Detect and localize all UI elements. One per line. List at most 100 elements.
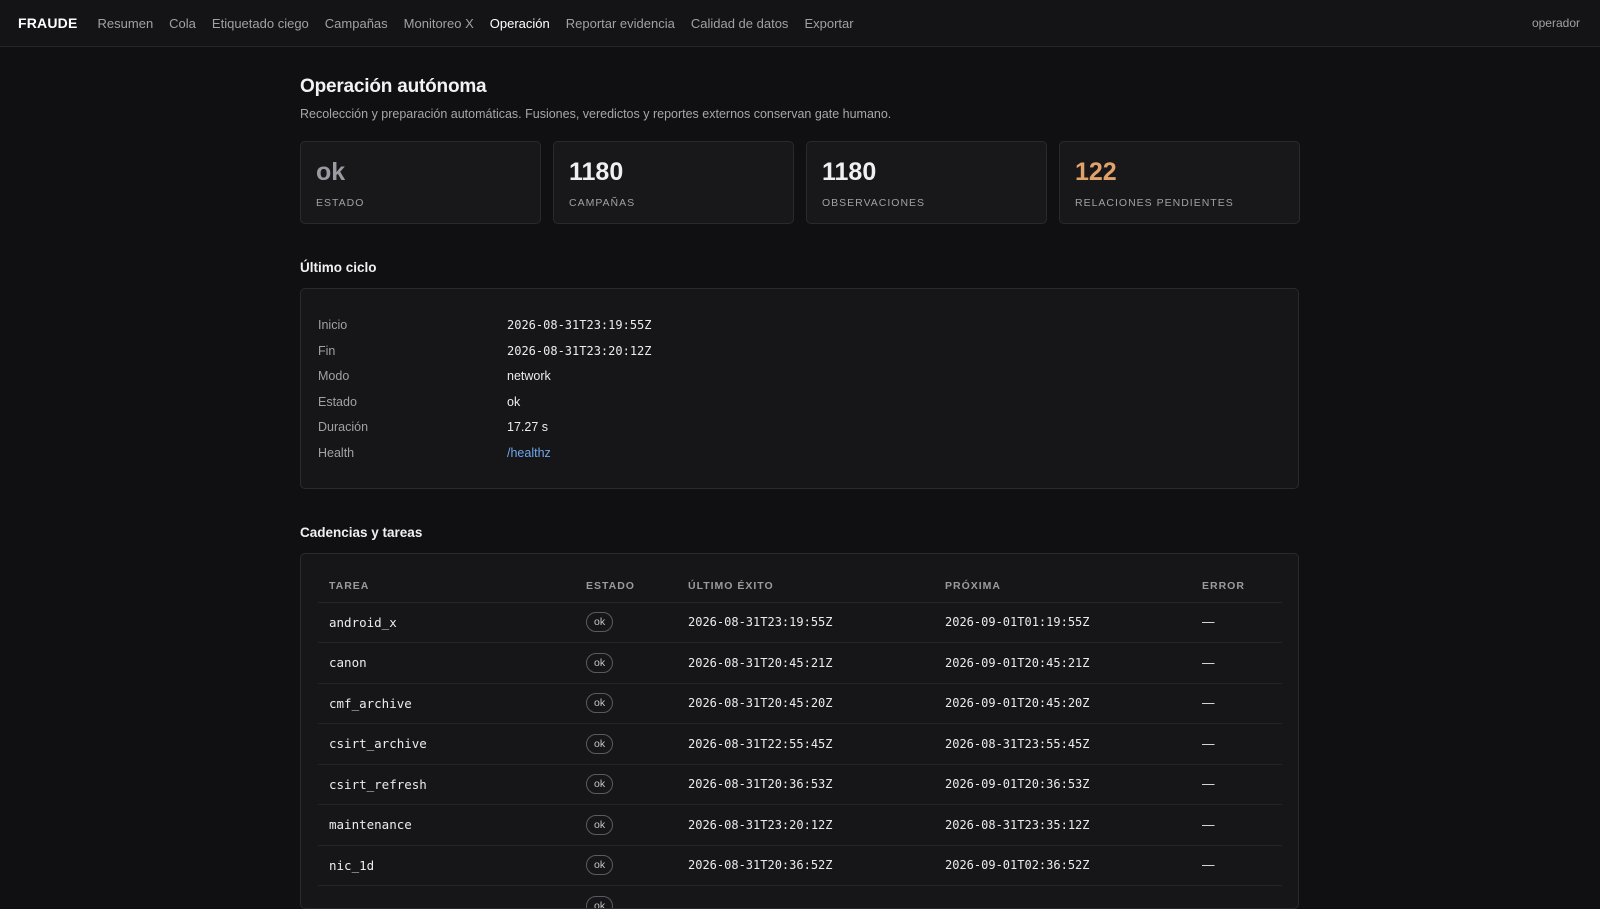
status-badge: ok [586,814,614,835]
task-error: — [1191,683,1282,725]
tasks-panel: TAREA ESTADO ÚLTIMO ÉXITO PRÓXIMA ERROR … [300,552,1299,909]
task-last-success: 2026-08-31T20:36:52Z [677,845,934,887]
nav-item-campanas[interactable]: Campañas [325,16,388,31]
task-error: — [1191,764,1282,806]
cycle-key-health: Health [318,445,355,460]
status-badge: ok [586,652,614,673]
status-badge: ok [586,855,614,876]
page-title: Operación autónoma [300,76,487,97]
stat-value: 122 [1075,158,1117,186]
stat-value: 1180 [569,158,624,186]
task-name: csirt_archive [318,723,575,765]
task-name [318,885,575,908]
stat-value: ok [316,158,346,186]
task-last-success [677,885,934,908]
cycle-value-estado: ok [507,394,521,409]
stat-card-campanas: 1180 CAMPAÑAS [553,141,794,224]
nav-item-operacion[interactable]: Operación [490,16,550,31]
stat-label: CAMPAÑAS [569,197,636,209]
task-name: nic_1d [318,845,575,887]
cycle-value-modo: network [507,369,551,384]
last-cycle-panel: Inicio 2026-08-31T23:19:55Z Fin 2026-08-… [300,288,1299,489]
task-name: cmf_archive [318,683,575,725]
task-error: — [1191,723,1282,765]
table-row: csirt_refresh ok 2026-08-31T20:36:53Z 20… [318,764,1282,806]
task-name: android_x [318,602,575,644]
stats-cards: ok ESTADO 1180 CAMPAÑAS 1180 OBSERVACION… [300,141,1300,224]
column-header-ultimo-exito: ÚLTIMO ÉXITO [677,569,934,603]
nav-item-cola[interactable]: Cola [169,16,196,31]
column-header-proxima: PRÓXIMA [934,569,1191,603]
task-last-success: 2026-08-31T22:55:45Z [677,723,934,765]
nav-item-reportar-evidencia[interactable]: Reportar evidencia [566,16,675,31]
task-next-run: 2026-09-01T02:36:52Z [934,845,1191,887]
table-row: cmf_archive ok 2026-08-31T20:45:20Z 2026… [318,683,1282,725]
stat-label: RELACIONES PENDIENTES [1075,197,1234,209]
cycle-details: Inicio 2026-08-31T23:19:55Z Fin 2026-08-… [318,317,1281,463]
stat-label: ESTADO [316,197,365,209]
tasks-table-body: android_x ok 2026-08-31T23:19:55Z 2026-0… [318,602,1282,908]
task-last-success: 2026-08-31T23:19:55Z [677,602,934,644]
tasks-table: TAREA ESTADO ÚLTIMO ÉXITO PRÓXIMA ERROR … [318,569,1282,908]
main-content: Operación autónoma Recolección y prepara… [300,47,1300,909]
cycle-key-modo: Modo [318,369,350,384]
top-nav-bar: FRAUDE Resumen Cola Etiquetado ciego Cam… [0,0,1600,47]
stat-label: OBSERVACIONES [822,197,926,209]
table-header-row: TAREA ESTADO ÚLTIMO ÉXITO PRÓXIMA ERROR [318,569,1282,603]
stat-value: 1180 [822,158,877,186]
task-error [1191,885,1282,908]
task-name: canon [318,642,575,684]
cycle-key-inicio: Inicio [318,318,348,332]
section-title-ultimo-ciclo: Último ciclo [300,260,377,275]
table-row: maintenance ok 2026-08-31T23:20:12Z 2026… [318,804,1282,846]
task-last-success: 2026-08-31T20:36:53Z [677,764,934,806]
table-row: csirt_archive ok 2026-08-31T22:55:45Z 20… [318,723,1282,765]
cycle-value-inicio: 2026-08-31T23:19:55Z [507,318,652,332]
status-badge: ok [586,612,614,633]
task-last-success: 2026-08-31T20:45:20Z [677,683,934,725]
cycle-key-duracion: Duración [318,420,369,435]
stat-card-observaciones: 1180 OBSERVACIONES [806,141,1047,224]
table-row: nic_1d ok 2026-08-31T20:36:52Z 2026-09-0… [318,845,1282,887]
nav-item-calidad-de-datos[interactable]: Calidad de datos [691,16,789,31]
user-menu[interactable]: operador [1532,16,1580,30]
task-name: maintenance [318,804,575,846]
table-row: android_x ok 2026-08-31T23:19:55Z 2026-0… [318,602,1282,644]
column-header-error: ERROR [1191,569,1282,603]
nav-item-resumen[interactable]: Resumen [98,16,154,31]
status-badge: ok [586,693,614,714]
page-subtitle: Recolección y preparación automáticas. F… [300,107,892,121]
column-header-tarea: TAREA [318,569,575,603]
task-next-run: 2026-09-01T20:45:21Z [934,642,1191,684]
task-last-success: 2026-08-31T23:20:12Z [677,804,934,846]
table-row: ok [318,885,1282,908]
task-next-run: 2026-09-01T01:19:55Z [934,602,1191,644]
status-badge: ok [586,895,614,908]
column-header-estado: ESTADO [575,569,677,603]
main-nav: Resumen Cola Etiquetado ciego Campañas M… [98,16,870,31]
task-error: — [1191,804,1282,846]
cycle-value-duracion: 17.27 s [507,420,549,435]
task-next-run: 2026-09-01T20:45:20Z [934,683,1191,725]
nav-item-etiquetado-ciego[interactable]: Etiquetado ciego [212,16,309,31]
task-last-success: 2026-08-31T20:45:21Z [677,642,934,684]
task-name: csirt_refresh [318,764,575,806]
task-error: — [1191,642,1282,684]
status-badge: ok [586,774,614,795]
stat-card-estado: ok ESTADO [300,141,541,224]
table-row: canon ok 2026-08-31T20:45:21Z 2026-09-01… [318,642,1282,684]
cycle-key-estado: Estado [318,394,357,409]
nav-item-monitoreo-x[interactable]: Monitoreo X [404,16,474,31]
healthz-link[interactable]: /healthz [507,446,551,460]
task-error: — [1191,602,1282,644]
task-error: — [1191,845,1282,887]
cycle-key-fin: Fin [318,343,336,358]
task-next-run: 2026-08-31T23:55:45Z [934,723,1191,765]
status-badge: ok [586,733,614,754]
cycle-value-fin: 2026-08-31T23:20:12Z [507,343,652,358]
stat-card-relaciones-pendientes: 122 RELACIONES PENDIENTES [1059,141,1300,224]
section-title-cadencias: Cadencias y tareas [300,524,423,540]
nav-item-exportar[interactable]: Exportar [804,16,853,31]
brand-logo[interactable]: FRAUDE [18,15,78,31]
task-next-run: 2026-09-01T20:36:53Z [934,764,1191,806]
